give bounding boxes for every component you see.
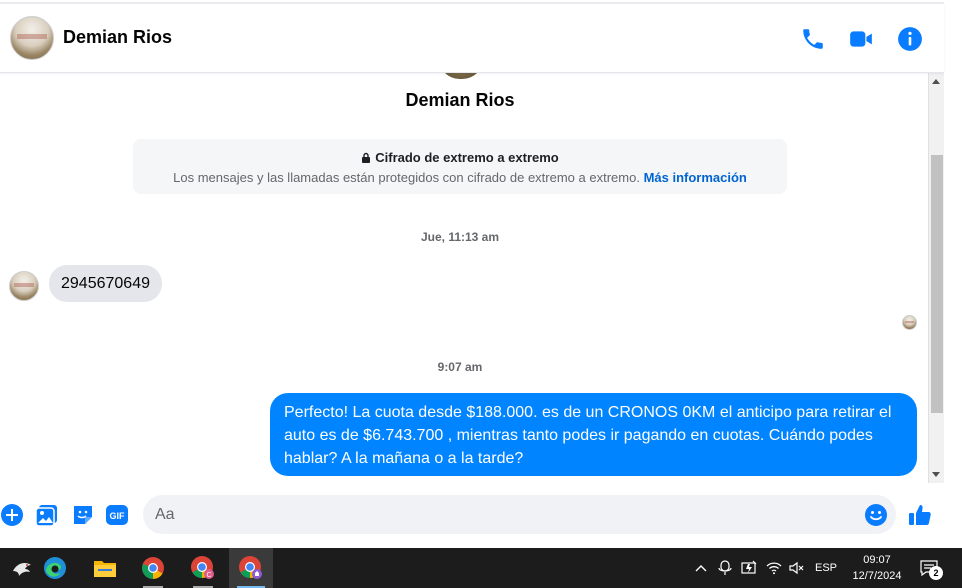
sender-avatar[interactable] (9, 271, 39, 301)
svg-text:GIF: GIF (110, 511, 126, 521)
messenger-window: Demian Rios Demian Rios Cifrado de extre… (0, 0, 962, 548)
message-thread[interactable]: Demian Rios Cifrado de extremo a extremo… (0, 73, 928, 483)
chrome-icon[interactable] (131, 548, 175, 588)
video-call-icon[interactable] (848, 26, 874, 52)
profile-avatar (438, 73, 484, 79)
image-icon[interactable] (35, 503, 59, 527)
more-info-link[interactable]: Más información (644, 170, 747, 185)
read-receipt-avatar (902, 315, 917, 330)
contact-name[interactable]: Demian Rios (63, 27, 172, 48)
chrome-profile-icon[interactable]: C (181, 548, 225, 588)
encryption-description: Los mensajes y las llamadas están proteg… (173, 170, 640, 185)
battery-icon[interactable] (739, 548, 759, 588)
system-clock[interactable]: 09:07 12/7/2024 (845, 552, 909, 584)
encryption-title-text: Cifrado de extremo a extremo (375, 150, 559, 165)
info-icon[interactable] (897, 26, 923, 52)
edge-icon[interactable] (33, 548, 77, 588)
notification-count-badge: 2 (929, 566, 943, 580)
svg-text:C: C (206, 572, 211, 579)
windows-taskbar: C ESP 09:07 12/7/2024 (0, 548, 962, 588)
chat-header: Demian Rios (0, 4, 944, 73)
chevron-up-icon[interactable] (692, 548, 710, 588)
phone-icon[interactable] (800, 26, 826, 52)
window-edge (944, 0, 962, 548)
lock-icon (361, 151, 371, 166)
message-timestamp: Jue, 11:13 am (420, 230, 500, 244)
message-composer: GIF (0, 483, 944, 548)
like-icon[interactable] (908, 503, 932, 527)
sticker-icon[interactable] (71, 503, 95, 527)
scroll-up-arrow[interactable] (932, 79, 940, 84)
chrome-active-icon[interactable] (229, 548, 273, 588)
add-icon[interactable] (0, 503, 24, 527)
encryption-title: Cifrado de extremo a extremo (133, 150, 787, 166)
message-input-box[interactable] (143, 495, 896, 534)
file-explorer-icon[interactable] (83, 548, 127, 588)
emoji-icon[interactable] (864, 503, 888, 527)
thread-scrollbar[interactable] (928, 73, 944, 483)
outgoing-message[interactable]: Perfecto! La cuota desde $188.000. es de… (270, 393, 917, 476)
message-input[interactable] (155, 495, 855, 534)
gif-icon[interactable]: GIF (105, 503, 129, 527)
message-timestamp: 9:07 am (437, 360, 483, 374)
scroll-down-arrow[interactable] (932, 472, 940, 477)
encryption-notice: Cifrado de extremo a extremo Los mensaje… (133, 139, 787, 194)
wifi-icon[interactable] (764, 548, 784, 588)
clock-time: 09:07 (863, 554, 891, 566)
incoming-message[interactable]: 2945670649 (49, 265, 162, 302)
scroll-thumb[interactable] (931, 155, 943, 413)
volume-muted-icon[interactable] (787, 548, 807, 588)
contact-avatar[interactable] (10, 16, 54, 60)
language-indicator[interactable]: ESP (812, 548, 840, 588)
profile-name: Demian Rios (405, 90, 515, 110)
clock-date: 12/7/2024 (852, 570, 902, 582)
encryption-text: Los mensajes y las llamadas están proteg… (133, 170, 787, 185)
meet-now-icon[interactable] (716, 548, 734, 588)
